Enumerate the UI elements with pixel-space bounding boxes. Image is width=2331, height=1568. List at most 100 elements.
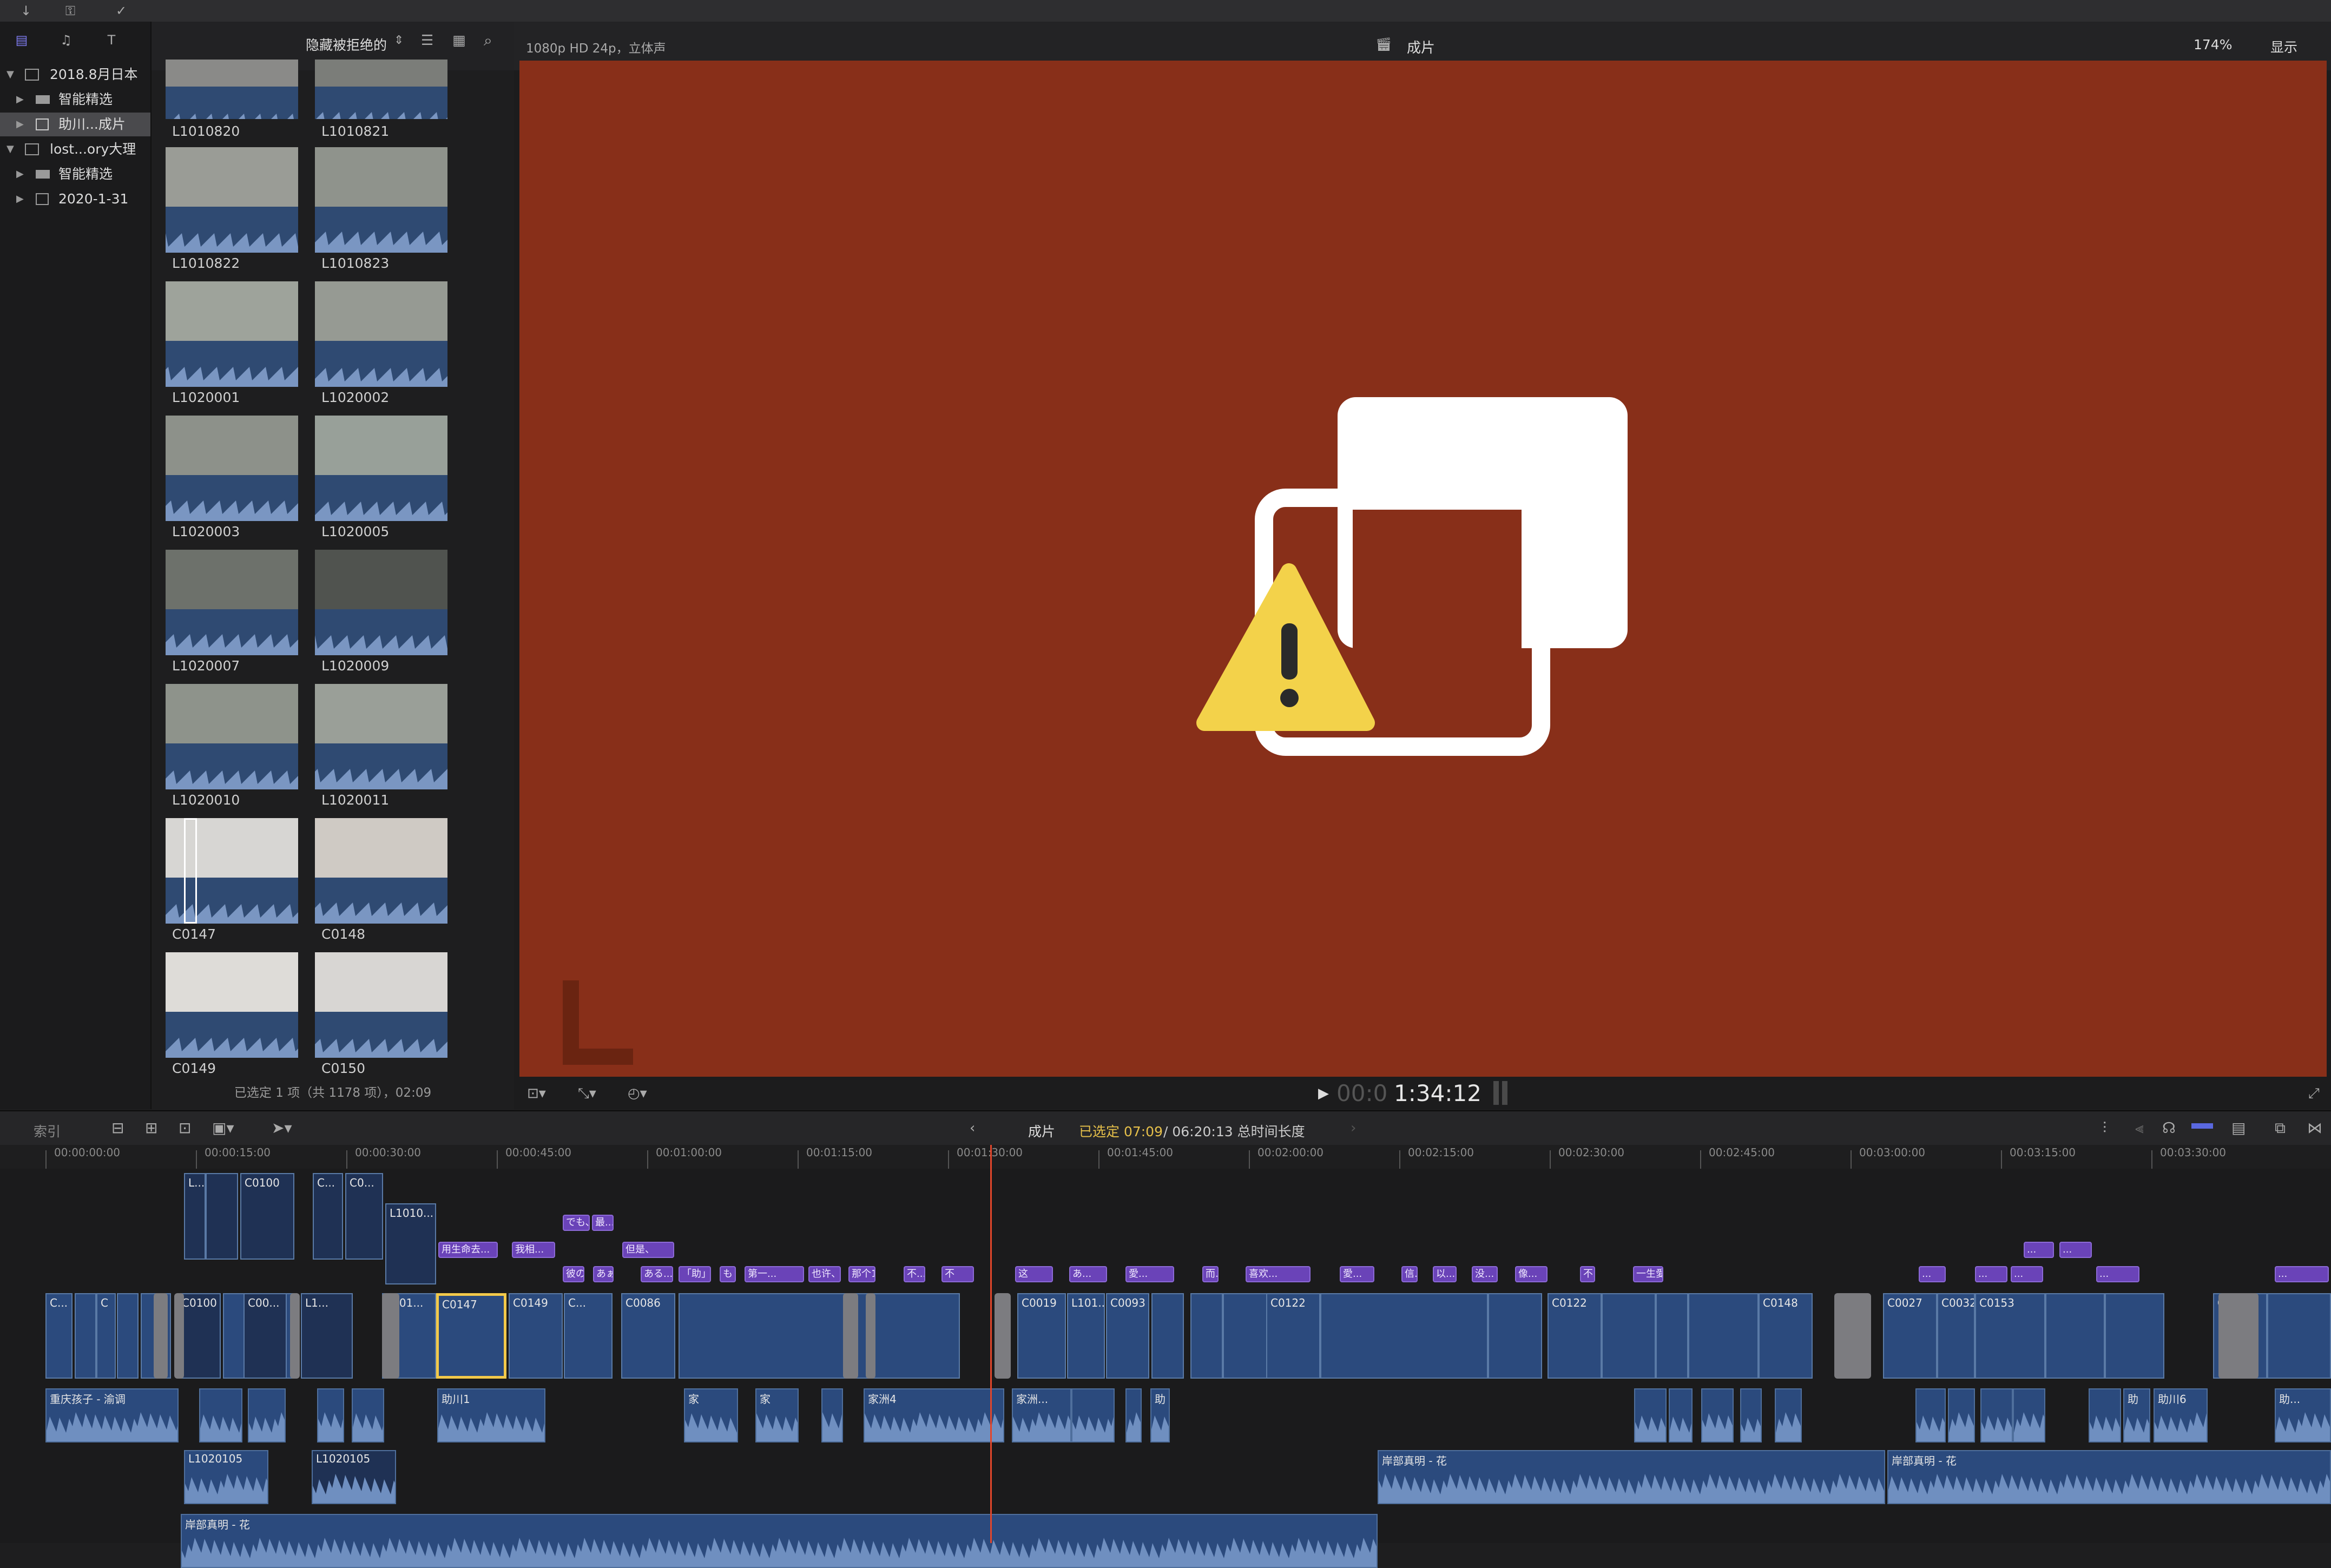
clip-appearance-icon[interactable]: ▤ bbox=[2231, 1119, 2246, 1137]
title-clip[interactable]: 用生命去... bbox=[438, 1242, 498, 1258]
audio-clip[interactable]: 岸部真明 - 花 bbox=[1378, 1450, 1885, 1504]
title-clip[interactable]: 一生愛... bbox=[1633, 1266, 1663, 1282]
audio-clip[interactable]: 家 bbox=[755, 1388, 799, 1442]
audio-clip[interactable]: 助川1 bbox=[437, 1388, 545, 1442]
audio-clip[interactable]: 家 bbox=[684, 1388, 738, 1442]
audio-clip[interactable]: 岸部真明 - 花 bbox=[181, 1514, 1378, 1568]
disclosure-icon[interactable]: ▶ bbox=[16, 88, 24, 111]
disclosure-icon[interactable]: ▼ bbox=[6, 63, 14, 87]
video-clip[interactable] bbox=[2045, 1293, 2105, 1379]
chevron-updown-icon[interactable]: ⇕ bbox=[394, 34, 404, 47]
title-clip[interactable]: 信... bbox=[1401, 1266, 1418, 1282]
video-clip[interactable] bbox=[1688, 1293, 1759, 1379]
title-clip[interactable]: 而... bbox=[1202, 1266, 1219, 1282]
video-clip[interactable]: C0122 bbox=[1266, 1293, 1320, 1379]
overwrite-clip-icon[interactable]: ▣▾ bbox=[212, 1119, 234, 1137]
video-clip[interactable]: C0032 bbox=[1937, 1293, 1975, 1379]
connected-clip[interactable] bbox=[206, 1173, 238, 1260]
audio-clip[interactable] bbox=[1669, 1388, 1693, 1442]
video-clip[interactable]: C0086 bbox=[621, 1293, 675, 1379]
transition[interactable] bbox=[2218, 1293, 2258, 1379]
title-clip[interactable]: 「助」... bbox=[679, 1266, 711, 1282]
video-clip[interactable]: C0093 bbox=[1106, 1293, 1149, 1379]
zoom-dropdown[interactable]: 174% bbox=[2194, 37, 2232, 52]
title-clip[interactable]: 没... bbox=[1472, 1266, 1498, 1282]
connect-clip-icon[interactable]: ⊟ bbox=[111, 1119, 124, 1137]
playhead[interactable] bbox=[990, 1145, 992, 1543]
video-clip[interactable] bbox=[1223, 1293, 1272, 1379]
audio-clip[interactable] bbox=[1915, 1388, 1946, 1442]
fullscreen-icon[interactable]: ⤢ bbox=[2308, 1085, 2320, 1102]
title-clip[interactable]: 彼の手... bbox=[563, 1266, 584, 1282]
video-clip[interactable]: C... bbox=[564, 1293, 613, 1379]
audio-clip[interactable] bbox=[1701, 1388, 1734, 1442]
audio-clip[interactable] bbox=[2013, 1388, 2045, 1442]
transitions-icon[interactable]: ⋈ bbox=[2307, 1119, 2322, 1137]
audio-skimming-icon[interactable]: ⫶ bbox=[2103, 1119, 2106, 1137]
title-clip[interactable]: ... bbox=[2096, 1266, 2139, 1282]
video-clip[interactable] bbox=[1190, 1293, 1223, 1379]
video-clip[interactable] bbox=[2105, 1293, 2164, 1379]
library-item-lost[interactable]: ▼ lost...ory大理 bbox=[0, 137, 150, 161]
index-button[interactable]: 索引 bbox=[34, 1121, 61, 1141]
transition[interactable] bbox=[290, 1293, 300, 1379]
audio-clip[interactable]: 家洲4 bbox=[864, 1388, 1004, 1442]
title-clip[interactable]: 不 bbox=[941, 1266, 974, 1282]
video-clip[interactable]: C00... bbox=[243, 1293, 287, 1379]
audio-clip[interactable]: 重庆孩子 - 渝调 bbox=[45, 1388, 179, 1442]
connected-clip[interactable]: L... bbox=[184, 1173, 206, 1260]
view-options-icon[interactable]: ⊡▾ bbox=[527, 1085, 546, 1102]
disclosure-icon[interactable]: ▶ bbox=[16, 113, 24, 136]
video-clip[interactable] bbox=[117, 1293, 139, 1379]
disclosure-icon[interactable]: ▶ bbox=[16, 162, 24, 186]
skimming-icon[interactable]: ⫷ bbox=[2135, 1119, 2144, 1137]
libraries-icon[interactable]: ▤ bbox=[12, 31, 31, 49]
audio-clip[interactable]: 家洲... bbox=[1012, 1388, 1071, 1442]
audio-clip[interactable] bbox=[1125, 1388, 1142, 1442]
title-clip[interactable]: ... bbox=[2011, 1266, 2043, 1282]
video-clip[interactable]: C0149 bbox=[509, 1293, 563, 1379]
title-clip[interactable]: あ... bbox=[1069, 1266, 1107, 1282]
audio-clip[interactable] bbox=[1980, 1388, 2013, 1442]
keyword-icon[interactable]: ⚿ bbox=[61, 2, 80, 19]
select-tool-icon[interactable]: ➤▾ bbox=[272, 1119, 292, 1137]
video-clip[interactable]: C0100 bbox=[177, 1293, 221, 1379]
library-item-event-selected[interactable]: ▶ 助川...成片 bbox=[0, 113, 150, 136]
library-item-smart-2[interactable]: ▶ 智能精选 bbox=[0, 162, 150, 186]
transform-icon[interactable]: ⤡▾ bbox=[578, 1085, 596, 1102]
title-clip[interactable]: でも、 bbox=[563, 1215, 590, 1231]
connected-clip[interactable]: C0... bbox=[345, 1173, 383, 1260]
video-clip[interactable] bbox=[1151, 1293, 1184, 1379]
video-clip[interactable] bbox=[75, 1293, 96, 1379]
transition[interactable] bbox=[1834, 1293, 1871, 1379]
video-clip[interactable] bbox=[1602, 1293, 1656, 1379]
video-clip[interactable] bbox=[1656, 1293, 1688, 1379]
display-dropdown[interactable]: 显示 bbox=[2270, 37, 2297, 56]
snapping-icon[interactable] bbox=[2191, 1123, 2213, 1129]
title-clip[interactable]: もし... bbox=[720, 1266, 736, 1282]
transition[interactable] bbox=[866, 1293, 875, 1379]
audio-clip[interactable] bbox=[317, 1388, 344, 1442]
video-clip[interactable]: C0019 bbox=[1017, 1293, 1066, 1379]
import-icon[interactable]: ↓ bbox=[16, 2, 36, 19]
video-clip[interactable] bbox=[1320, 1293, 1488, 1379]
video-clip[interactable]: C... bbox=[45, 1293, 73, 1379]
audio-clip[interactable] bbox=[821, 1388, 843, 1442]
title-clip[interactable]: あぁ... bbox=[593, 1266, 614, 1282]
library-item-smart[interactable]: ▶ 智能精选 bbox=[0, 88, 150, 111]
transition[interactable] bbox=[843, 1293, 858, 1379]
video-clip[interactable]: L101... bbox=[1067, 1293, 1105, 1379]
title-clip[interactable]: 但是、 bbox=[622, 1242, 674, 1258]
search-icon[interactable]: ⌕ bbox=[484, 31, 492, 50]
audio-clip[interactable] bbox=[1634, 1388, 1667, 1442]
filmstrip-icon[interactable]: ▦ bbox=[452, 32, 466, 49]
audio-clip[interactable] bbox=[199, 1388, 242, 1442]
disclosure-icon[interactable]: ▼ bbox=[6, 137, 14, 161]
title-clip[interactable]: ... bbox=[2059, 1242, 2092, 1258]
transition[interactable] bbox=[174, 1293, 184, 1379]
audio-clip[interactable]: 岸部真明 - 花 bbox=[1887, 1450, 2331, 1504]
video-clip[interactable] bbox=[1488, 1293, 1542, 1379]
video-clip[interactable]: C0027 bbox=[1883, 1293, 1937, 1379]
video-clip[interactable]: C0153 bbox=[1975, 1293, 2045, 1379]
video-clip[interactable]: L1... bbox=[301, 1293, 353, 1379]
